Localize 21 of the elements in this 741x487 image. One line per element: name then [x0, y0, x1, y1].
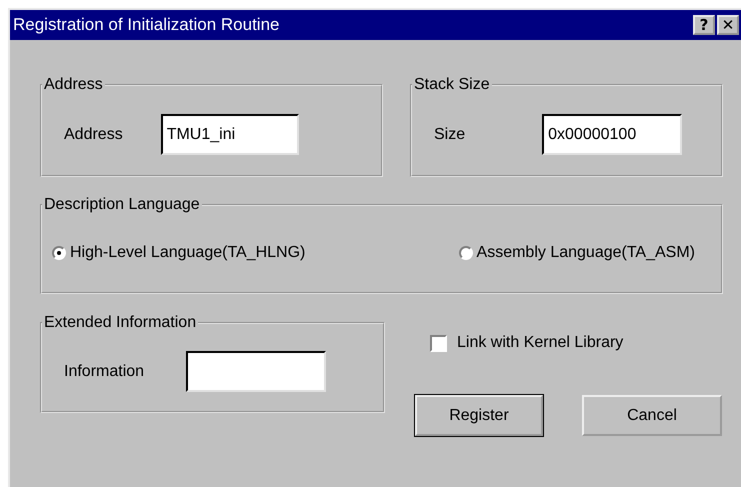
information-field[interactable] — [186, 351, 326, 392]
field-label: Information — [64, 362, 144, 380]
help-button[interactable]: ? — [693, 15, 715, 35]
group-title: Address — [43, 76, 104, 94]
address-field[interactable]: TMU1_ini — [160, 114, 299, 155]
group-title: Extended Information — [43, 314, 198, 332]
register-button[interactable]: Register — [415, 395, 543, 436]
checkbox[interactable] — [430, 334, 447, 352]
radio-button[interactable] — [52, 246, 66, 260]
group-title: Description Language — [43, 196, 201, 214]
close-button[interactable]: ✕ — [717, 15, 739, 35]
cancel-button[interactable]: Cancel — [582, 395, 722, 436]
radio-label: Assembly Language(TA_ASM) — [476, 244, 695, 262]
size-field[interactable]: 0x00000100 — [542, 114, 682, 155]
group-title: Stack Size — [413, 76, 491, 94]
field-label: Address — [64, 126, 123, 144]
radio-label: High-Level Language(TA_HLNG) — [70, 244, 306, 262]
window-title: Registration of Initialization Routine — [13, 15, 280, 35]
checkbox-label: Link with Kernel Library — [457, 334, 624, 352]
radio-button[interactable] — [458, 246, 473, 260]
field-label: Size — [434, 126, 466, 144]
